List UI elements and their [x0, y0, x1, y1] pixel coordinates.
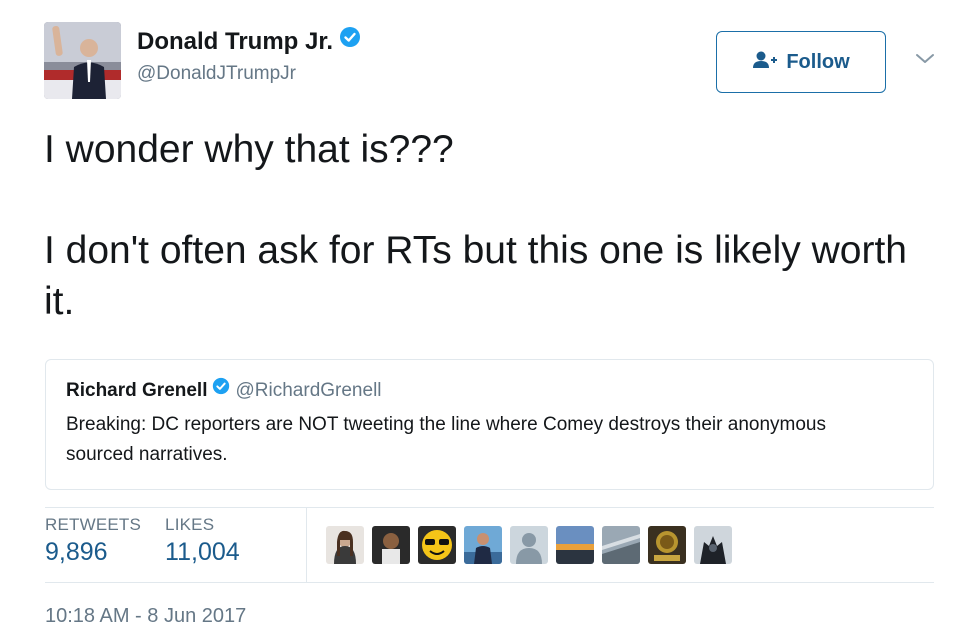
retweets-count: 9,896 [45, 538, 108, 566]
author-handle[interactable]: @DonaldJTrumpJr [137, 63, 296, 85]
liker-avatar[interactable] [372, 526, 410, 564]
author-name-text[interactable]: Donald Trump Jr. [137, 28, 333, 55]
liker-avatar[interactable] [418, 526, 456, 564]
quoted-tweet-header: Richard Grenell @RichardGrenell [66, 377, 913, 402]
verified-badge-icon [339, 26, 361, 55]
likes-stat[interactable]: LIKES 11,004 [165, 515, 240, 567]
liker-avatar[interactable] [464, 526, 502, 564]
author-avatar[interactable] [44, 22, 121, 99]
follow-button[interactable]: Follow [716, 31, 886, 93]
likes-label: LIKES [165, 515, 215, 534]
tweet-timestamp[interactable]: 10:18 AM - 8 Jun 2017 [45, 605, 246, 628]
add-user-icon [752, 50, 778, 75]
stats-divider [306, 508, 307, 582]
verified-badge-icon [212, 377, 230, 401]
divider [45, 507, 934, 508]
tweet-line-2: I don't often ask for RTs but this one i… [44, 229, 907, 323]
retweets-label: RETWEETS [45, 515, 142, 534]
liker-avatar[interactable] [648, 526, 686, 564]
liker-avatar[interactable] [602, 526, 640, 564]
tweet-stats: RETWEETS 9,896 LIKES 11,004 [45, 515, 264, 567]
tweet-line-1: I wonder why that is??? [44, 128, 454, 171]
quoted-author-handle: @RichardGrenell [235, 380, 382, 401]
retweets-stat[interactable]: RETWEETS 9,896 [45, 515, 141, 567]
likes-count: 11,004 [165, 538, 240, 566]
follow-button-label: Follow [786, 50, 850, 73]
divider [45, 582, 934, 583]
quoted-tweet[interactable]: Richard Grenell @RichardGrenell Breaking:… [45, 359, 934, 490]
quoted-tweet-text: Breaking: DC reporters are NOT tweeting … [66, 414, 826, 465]
default-avatar[interactable] [510, 526, 548, 564]
chevron-down-icon[interactable] [914, 52, 936, 71]
liker-avatar[interactable] [326, 526, 364, 564]
quoted-author-name: Richard Grenell [66, 380, 208, 401]
tweet-text: I wonder why that is??? I don't often as… [44, 124, 944, 327]
liker-avatars [326, 526, 732, 564]
liker-avatar[interactable] [694, 526, 732, 564]
liker-avatar[interactable] [556, 526, 594, 564]
author-name[interactable]: Donald Trump Jr. [137, 26, 361, 56]
